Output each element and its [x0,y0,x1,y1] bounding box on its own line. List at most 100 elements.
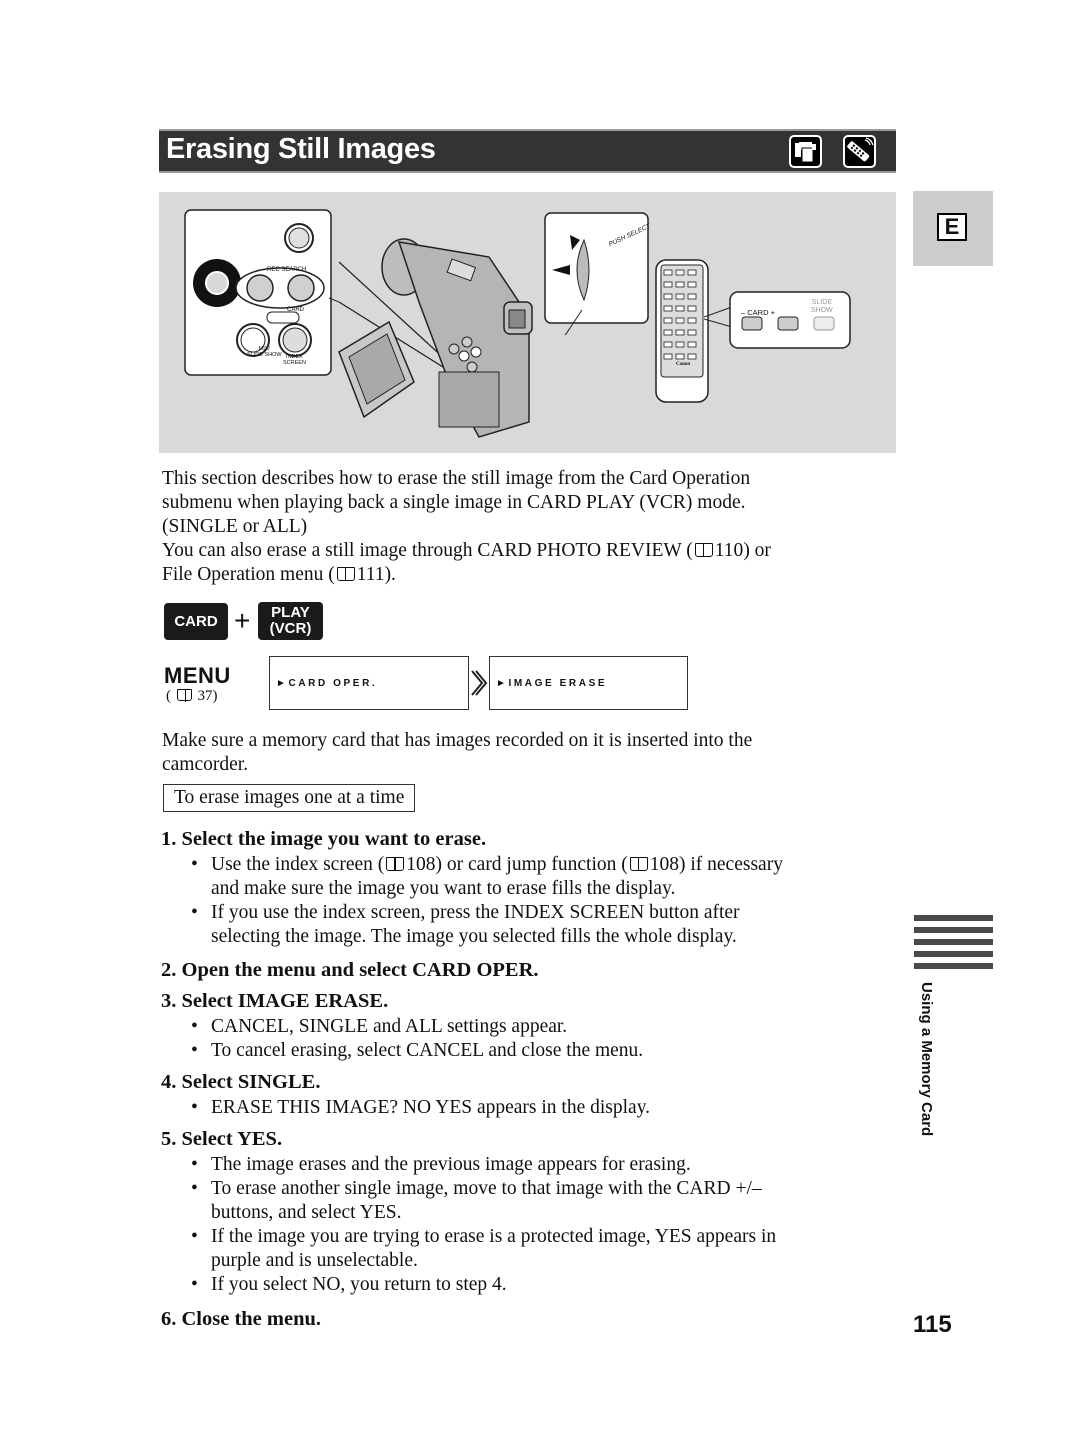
remote-card-buttons-callout [704,291,851,349]
bullet-text: purple and is unselectable. [211,1250,418,1271]
bullet-dot: • [191,1040,198,1061]
ref-paren: ) [212,688,218,704]
page-reference: 37 [197,688,213,704]
camcorder-illustration: REC SEARCH CARD MIX/ SLIDE SHOW INDEX SC… [159,192,896,453]
page-number: 115 [913,1311,952,1338]
menu-next-arrow-icon [471,670,488,696]
book-reference-icon [386,857,405,871]
precondition-line: Make sure a memory card that has images … [162,730,753,751]
step-1-bullet: • Use the index screen (108) or card jump… [191,853,911,901]
intro-text: ). [384,564,396,585]
marker-bar [914,939,993,945]
bullet-text: CANCEL, SINGLE and ALL settings appear. [211,1016,568,1037]
card-minus-label: – [741,308,746,317]
page-reference: 110 [714,540,744,561]
book-reference-icon [629,857,648,871]
slide-show-label: SLIDE SHOW [247,352,282,358]
screen-label: SCREEN [283,360,306,366]
step-5-bullet: • To erase another single image, move to … [191,1177,901,1225]
bullet-text: buttons, and select YES. [211,1202,402,1223]
bullet-dot: • [191,1226,198,1247]
step-5-heading: 5. Select YES. [161,1128,283,1150]
step-5-bullet: • The image erases and the previous image… [191,1153,901,1177]
bullet-dot: • [191,854,198,875]
section-marker-bars [914,915,993,975]
bullet-text: and make sure the image you want to eras… [211,878,676,899]
slide-show-label: SLIDE SHOW [811,299,833,315]
step-4-heading: 4. Select SINGLE. [161,1071,321,1093]
card-button-label: CARD [287,307,305,313]
intro-text: File Operation menu ( [162,564,335,585]
bullet-dot: • [191,1016,198,1037]
intro-line: This section describes how to erase the … [162,468,751,489]
intro-line: (SINGLE or ALL) [162,516,308,537]
intro-line: File Operation menu ( 111). [162,563,882,587]
slide-label: SLIDE [811,299,832,306]
intro-line: You can also erase a still image through… [162,539,882,563]
intro-text: You can also erase a still image through… [162,540,693,561]
intro-text: ) or [743,540,771,561]
book-reference-icon [694,543,713,557]
bullet-text: ERASE THIS IMAGE? NO YES appears in the … [211,1097,651,1118]
card-mode-badge: CARD [164,603,228,640]
menu-label: MENU [164,663,231,688]
page-reference: 111 [356,564,385,585]
bullet-text: To cancel erasing, select CANCEL and clo… [211,1040,644,1061]
step-3-heading: 3. Select IMAGE ERASE. [161,990,389,1012]
bullet-text: Use the index screen ( [211,854,385,875]
index-screen-label: INDEX SCREEN [283,354,306,366]
section-side-label: Using a Memory Card [918,982,935,1137]
language-tab: E [913,191,993,266]
remote-card-label: – CARD + [741,308,775,317]
camcorder-body [338,238,533,438]
bullet-dot: • [191,902,198,923]
step-3-bullet: • CANCEL, SINGLE and ALL settings appear. [191,1015,567,1039]
bullet-dot: • [191,1097,198,1118]
bullet-text: If the image you are trying to erase is … [211,1226,777,1247]
page-reference: 108 [649,854,679,875]
bullet-dot: • [191,1178,198,1199]
play-vcr-mode-badge: PLAY (VCR) [258,602,323,640]
marker-bar [914,963,993,969]
menu-box-card-oper: ►CARD OPER. [269,656,469,710]
step-1-bullet: • If you use the index screen, press the … [191,901,911,949]
rec-search-label: REC SEARCH [267,267,307,273]
bullet-dot: • [191,1154,198,1175]
step-5-bullet: • If the image you are trying to erase is… [191,1225,901,1273]
mix-slide-show-label: MIX/ SLIDE SHOW [247,346,282,358]
marker-bar [914,927,993,933]
step-6-heading: 6. Close the menu. [161,1308,322,1330]
camcorder-icon [789,135,822,168]
bullet-text: The image erases and the previous image … [211,1154,691,1175]
menu-box-image-erase: ►IMAGE ERASE [489,656,688,710]
show-label: SHOW [811,307,833,314]
vcr-label: (VCR) [269,620,312,637]
step-4-bullet: • ERASE THIS IMAGE? NO YES appears in the… [191,1096,650,1120]
bullet-dot: • [191,1274,198,1295]
remote-control-icon [843,135,876,168]
bullet-text: If you select NO, you return to step 4. [211,1274,507,1295]
bullet-text: ) or card jump function ( [435,854,628,875]
menu-page-reference: ( 37) [166,688,218,705]
page-reference: 108 [406,854,436,875]
step-1-heading: 1. Select the image you want to erase. [161,828,487,850]
intro-line: submenu when playing back a single image… [162,492,746,513]
bullet-text: ) if necessary [679,854,783,875]
remote-brand-label: Canon [676,362,691,367]
subheading-box: To erase images one at a time [163,784,416,812]
book-reference-icon [176,689,192,702]
precondition-paragraph: Make sure a memory card that has images … [162,729,882,777]
bullet-text: To erase another single image, move to t… [211,1178,762,1199]
mode-plus-sign: + [234,605,251,636]
step-5-bullet: • If you select NO, you return to step 4. [191,1273,901,1297]
play-label: PLAY [271,604,310,621]
card-plus-label: + [770,308,776,317]
language-tab-label: E [937,213,967,241]
marker-bar [914,951,993,957]
precondition-line: camcorder. [162,754,249,775]
card-label: CARD [747,308,769,317]
ref-paren: ( [166,688,171,704]
step-3-bullet: • To cancel erasing, select CANCEL and cl… [191,1039,643,1063]
marker-bar [914,915,993,921]
step-2-heading: 2. Open the menu and select CARD OPER. [161,959,539,981]
